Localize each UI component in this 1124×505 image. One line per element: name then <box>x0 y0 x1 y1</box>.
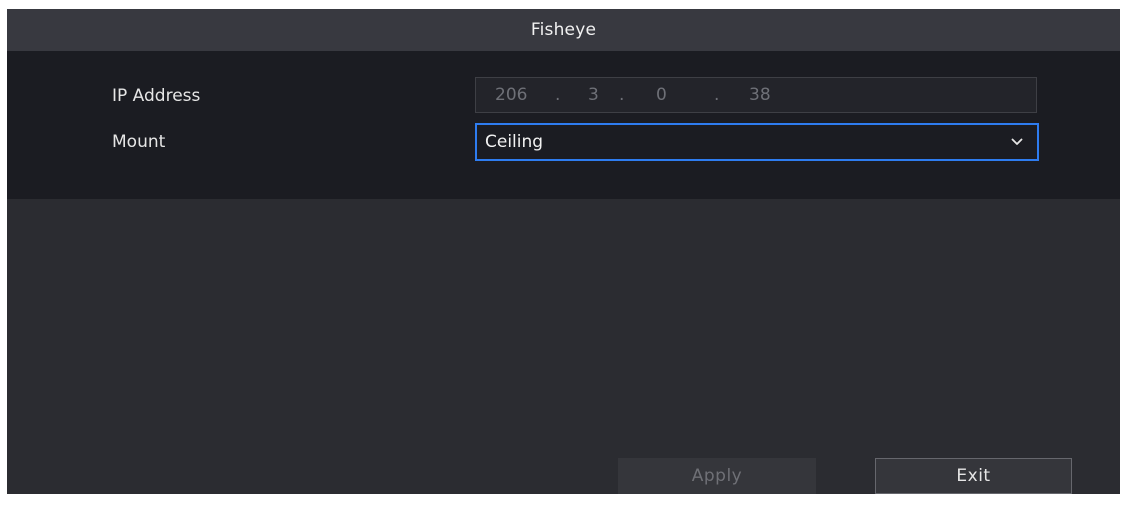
mount-label: Mount <box>112 132 166 152</box>
mount-select[interactable]: Ceiling <box>475 123 1039 161</box>
ip-address-label: IP Address <box>112 86 201 106</box>
ip-octet-3: 0 <box>656 85 667 105</box>
ip-separator-1: . <box>555 85 561 105</box>
dialog-title: Fisheye <box>530 20 597 40</box>
ip-octet-4: 38 <box>749 85 771 105</box>
exit-button[interactable]: Exit <box>875 458 1072 494</box>
apply-button[interactable]: Apply <box>618 458 816 494</box>
ip-separator-3: . <box>714 85 720 105</box>
ip-octet-1: 206 <box>495 85 528 105</box>
mount-select-value: Ceiling <box>485 132 544 152</box>
chevron-down-icon <box>1011 138 1023 145</box>
dialog-titlebar: Fisheye <box>7 9 1120 51</box>
ip-separator-2: . <box>619 85 625 105</box>
fisheye-dialog: Fisheye IP Address 206 . 3 . 0 . 38 Moun… <box>7 9 1120 494</box>
ip-octet-2: 3 <box>588 85 599 105</box>
ip-address-field: 206 . 3 . 0 . 38 <box>475 77 1037 113</box>
settings-form: IP Address 206 . 3 . 0 . 38 Mount Ceilin… <box>7 51 1120 199</box>
